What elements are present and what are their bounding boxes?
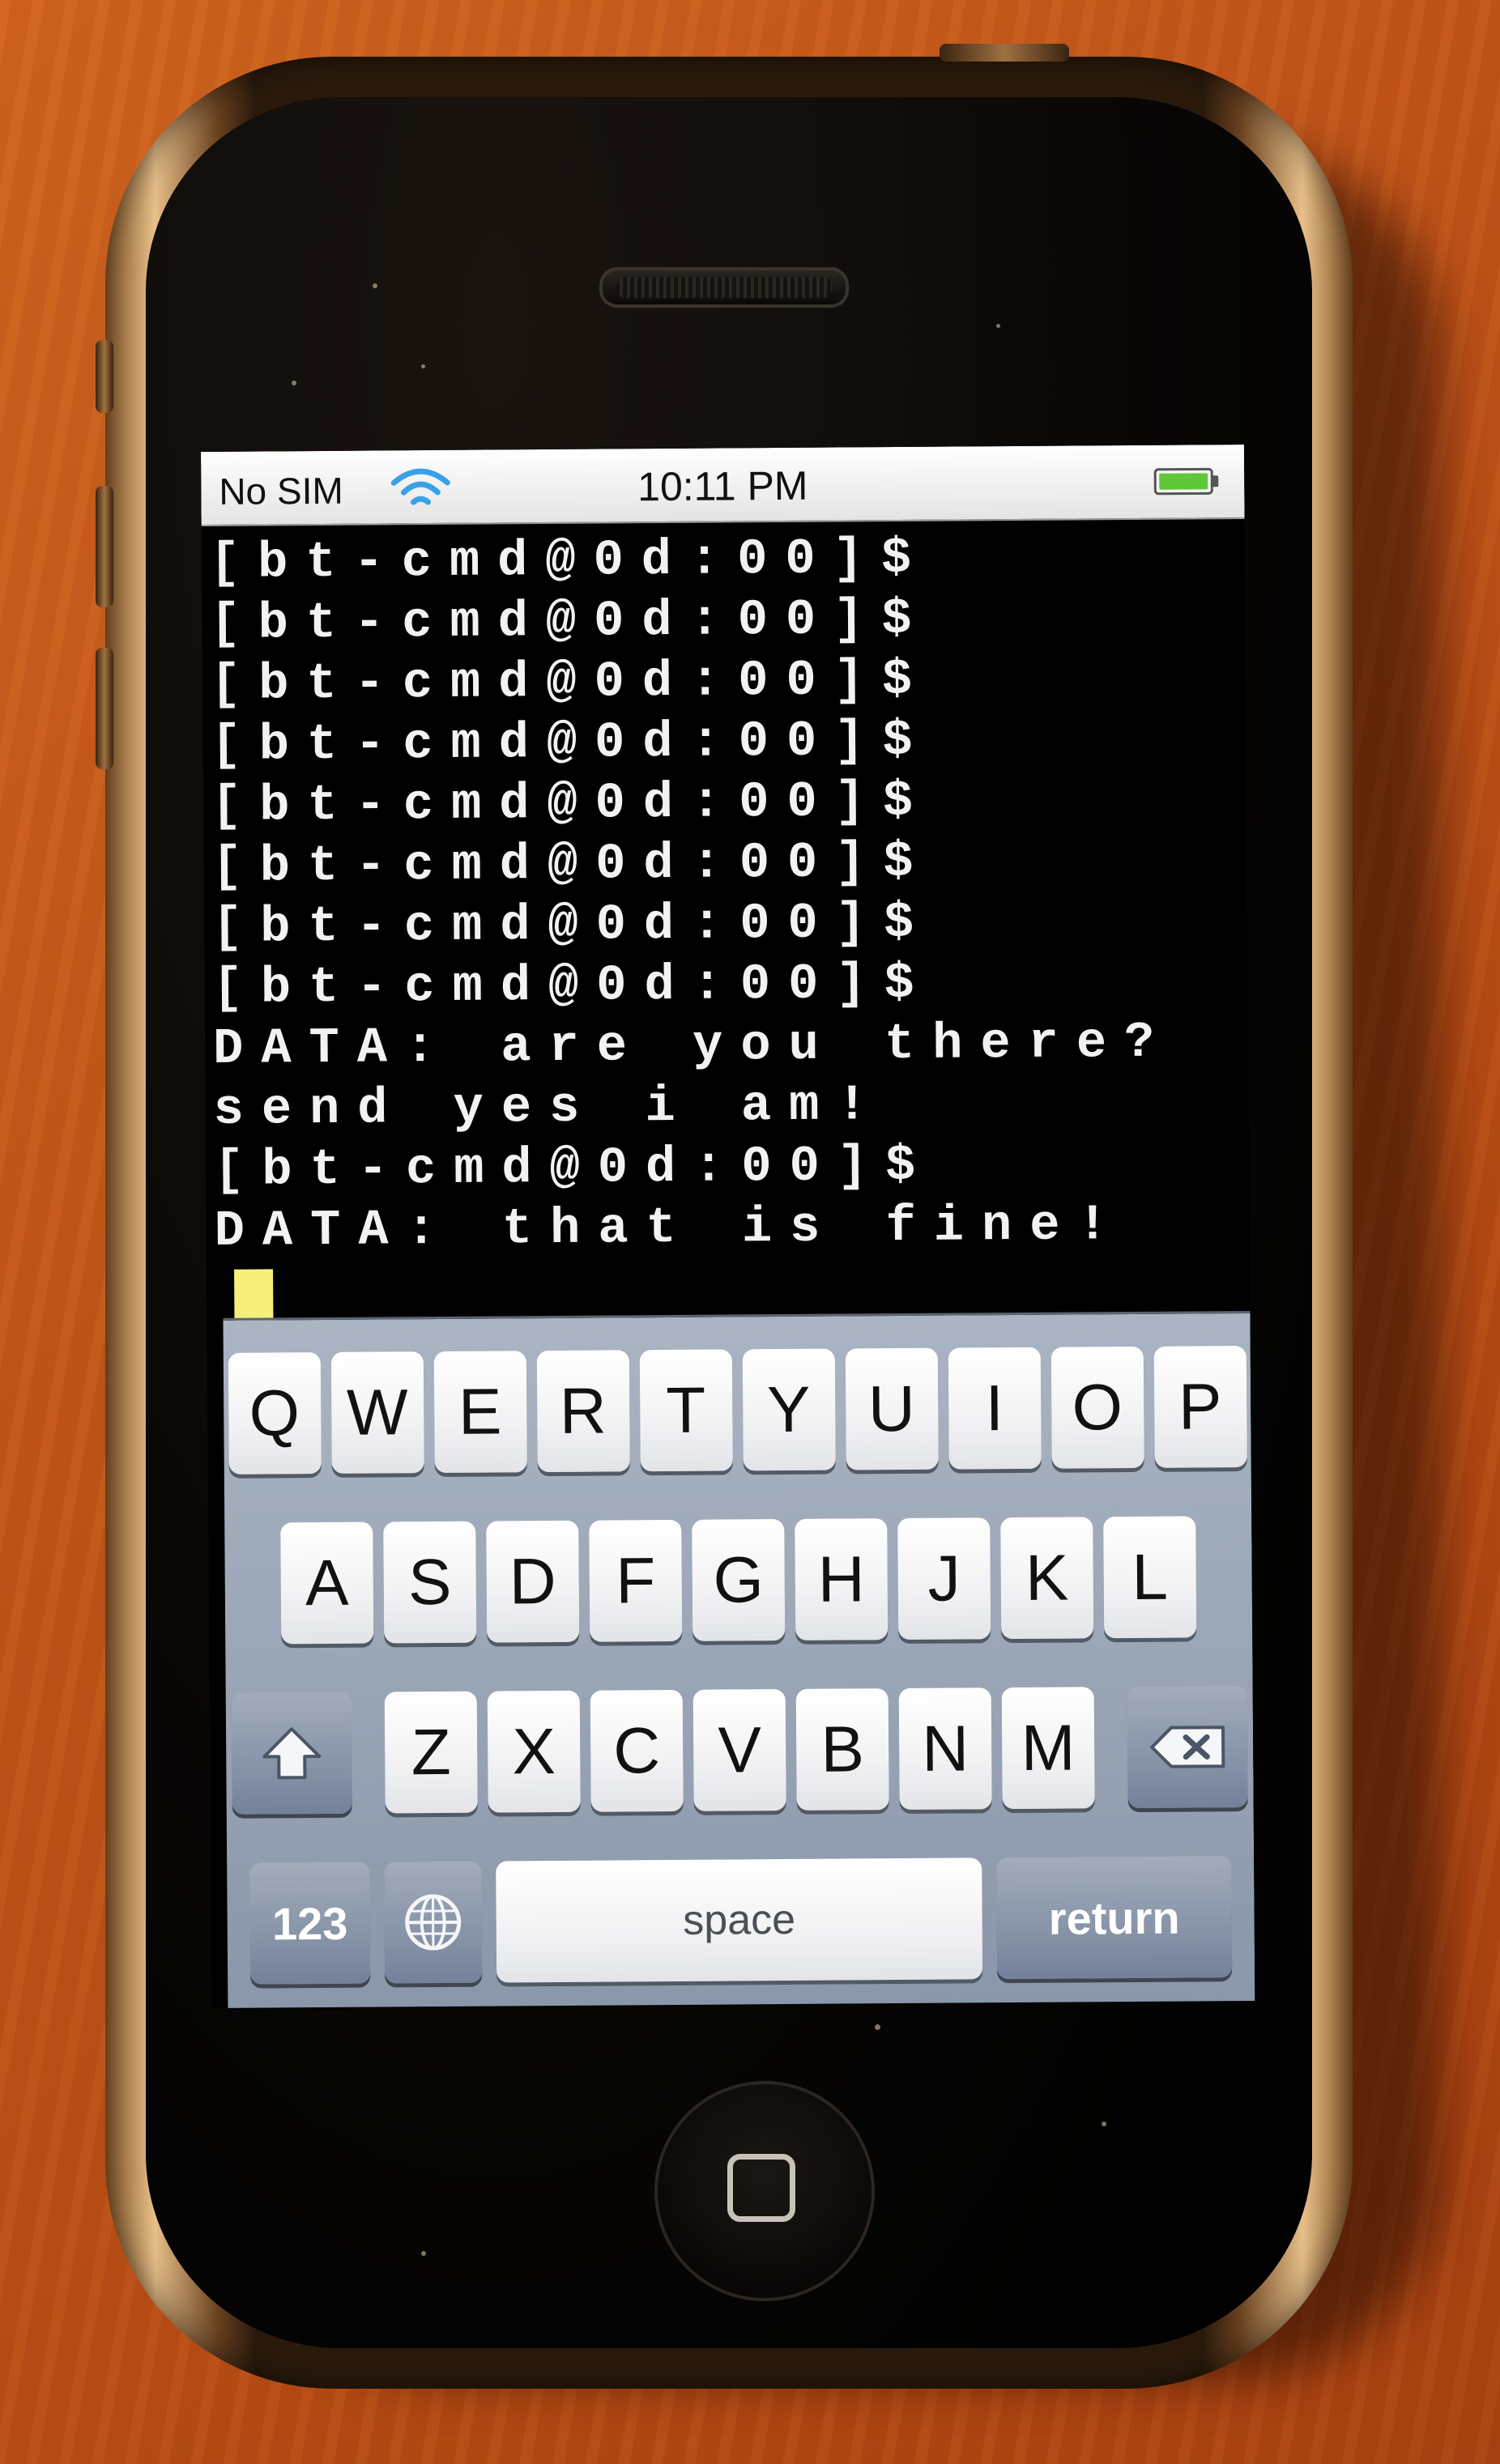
key-i[interactable]: I: [948, 1347, 1042, 1470]
key-v[interactable]: V: [692, 1688, 786, 1811]
volume-down-button[interactable]: [96, 648, 113, 769]
space-key[interactable]: space: [496, 1858, 983, 1983]
keyboard-row-2: A S D F G H J K L: [224, 1516, 1252, 1645]
key-z[interactable]: Z: [384, 1691, 478, 1814]
key-d[interactable]: D: [486, 1520, 580, 1643]
key-q[interactable]: Q: [228, 1351, 322, 1475]
terminal-line: DATA: are you there?: [212, 1013, 1173, 1078]
terminal-line: [bt-cmd@0d:00]$: [211, 893, 932, 956]
status-bar: No SIM 10:11 PM: [201, 445, 1245, 526]
backspace-icon: [1150, 1726, 1225, 1768]
dust-speck: [875, 2024, 880, 2030]
dust-speck: [421, 2251, 426, 2256]
earpiece-speaker: [599, 267, 849, 308]
key-r[interactable]: R: [536, 1350, 630, 1473]
key-w[interactable]: W: [330, 1351, 424, 1474]
key-g[interactable]: G: [692, 1519, 786, 1641]
terminal-line: [bt-cmd@0d:00]$: [210, 589, 930, 653]
dust-speck: [1102, 2121, 1106, 2126]
terminal-line: [bt-cmd@0d:00]$: [211, 832, 931, 896]
globe-key[interactable]: [384, 1861, 483, 1984]
shift-key[interactable]: [231, 1692, 352, 1815]
dust-speck: [292, 381, 296, 385]
key-t[interactable]: T: [639, 1349, 733, 1472]
key-o[interactable]: O: [1050, 1346, 1144, 1469]
key-s[interactable]: S: [383, 1521, 477, 1644]
shift-icon: [262, 1727, 322, 1780]
terminal-line: [bt-cmd@0d:00]$: [213, 1136, 934, 1199]
keyboard-row-1: Q W E R T Y U I O P: [224, 1346, 1251, 1475]
dust-speck: [996, 324, 1000, 328]
key-p[interactable]: P: [1153, 1346, 1247, 1468]
terminal-line: [bt-cmd@0d:00]$: [211, 772, 931, 835]
key-u[interactable]: U: [845, 1347, 939, 1470]
keyboard-row-3: Z X C V B N M: [226, 1686, 1254, 1815]
key-c[interactable]: C: [590, 1689, 684, 1812]
speaker-mesh: [616, 277, 833, 298]
key-h[interactable]: H: [795, 1518, 888, 1641]
on-screen-keyboard: Q W E R T Y U I O P A S D F G H J K L Z …: [223, 1310, 1255, 2008]
volume-up-button[interactable]: [96, 486, 113, 607]
terminal-line: [bt-cmd@0d:00]$: [209, 529, 930, 592]
terminal-line: [bt-cmd@0d:00]$: [211, 711, 931, 774]
key-f[interactable]: F: [589, 1519, 683, 1642]
key-j[interactable]: J: [897, 1517, 991, 1641]
terminal-line: [bt-cmd@0d:00]$: [210, 650, 931, 713]
sleep-button[interactable]: [940, 44, 1069, 62]
status-time: 10:11 PM: [637, 462, 808, 510]
terminal-output[interactable]: [bt-cmd@0d:00]$ [bt-cmd@0d:00]$ [bt-cmd@…: [210, 526, 1236, 1326]
terminal-line: DATA: that is fine!: [214, 1196, 1126, 1260]
mute-switch[interactable]: [96, 340, 113, 413]
dust-speck: [373, 283, 377, 288]
key-k[interactable]: K: [1000, 1517, 1094, 1640]
key-m[interactable]: M: [1001, 1687, 1095, 1810]
keyboard-row-4: 123 space return: [227, 1856, 1255, 1985]
phone-screen: No SIM 10:11 PM [bt-cmd@0d:00]$ [bt-cmd@…: [201, 445, 1255, 2008]
numbers-key[interactable]: 123: [249, 1862, 371, 1985]
terminal-line: send yes i am!: [213, 1076, 885, 1138]
return-key[interactable]: return: [996, 1856, 1233, 1980]
key-x[interactable]: X: [487, 1690, 581, 1813]
key-b[interactable]: B: [795, 1688, 889, 1811]
key-e[interactable]: E: [433, 1351, 527, 1474]
key-n[interactable]: N: [898, 1687, 992, 1811]
backspace-key[interactable]: [1127, 1686, 1248, 1809]
home-square-icon: [727, 2154, 795, 2222]
battery-icon: [1153, 467, 1219, 496]
globe-icon: [405, 1894, 462, 1951]
home-button[interactable]: [654, 2081, 875, 2301]
terminal-line: [bt-cmd@0d:00]$: [212, 954, 932, 1017]
dust-speck: [421, 364, 425, 368]
key-l[interactable]: L: [1103, 1516, 1197, 1639]
key-a[interactable]: A: [280, 1521, 374, 1645]
key-y[interactable]: Y: [742, 1348, 836, 1471]
